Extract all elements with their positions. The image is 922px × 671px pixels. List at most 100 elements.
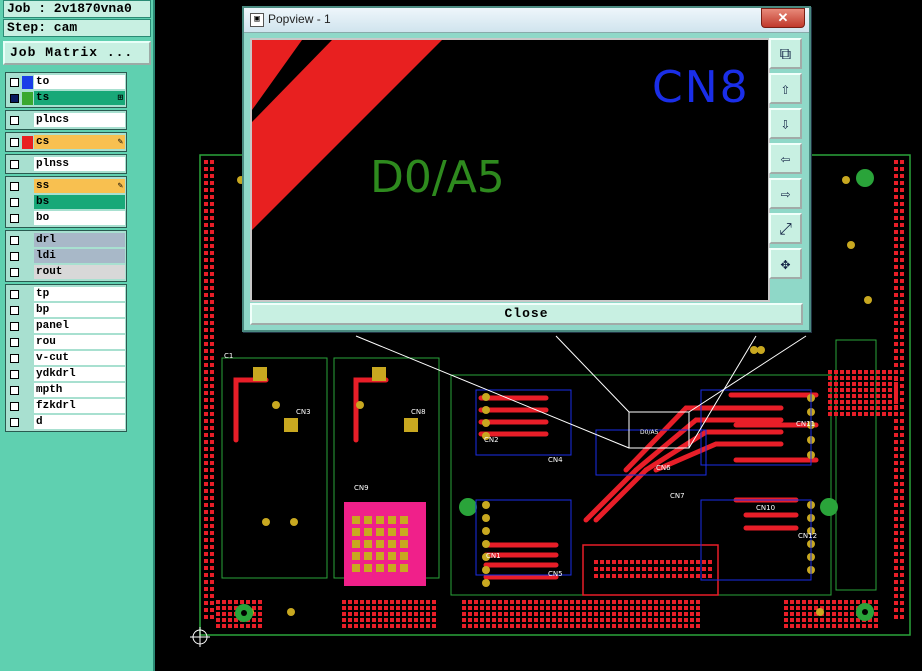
zoom-home-button[interactable]: ⧉ bbox=[769, 38, 802, 69]
layer-checkbox[interactable] bbox=[10, 369, 19, 379]
layer-row-d[interactable]: d bbox=[7, 414, 125, 430]
pad bbox=[654, 606, 658, 610]
pan-right-button[interactable]: ⇨ bbox=[769, 178, 802, 209]
layer-row-bo[interactable]: bo bbox=[7, 210, 125, 226]
pad bbox=[844, 618, 848, 622]
layer-row-fzkdrl[interactable]: fzkdrl bbox=[7, 398, 125, 414]
layer-checkbox[interactable] bbox=[10, 251, 19, 261]
layer-row-rou[interactable]: rou bbox=[7, 334, 125, 350]
pad bbox=[648, 574, 652, 578]
pad bbox=[402, 612, 406, 616]
layer-checkbox[interactable] bbox=[10, 77, 19, 87]
layer-name[interactable]: rout bbox=[34, 265, 125, 279]
layer-row-drl[interactable]: drl bbox=[7, 232, 125, 248]
pan-left-button[interactable]: ⇦ bbox=[769, 143, 802, 174]
pad bbox=[204, 461, 208, 465]
layer-checkbox[interactable] bbox=[10, 305, 19, 315]
pad bbox=[510, 612, 514, 616]
layer-checkbox[interactable] bbox=[10, 159, 19, 169]
layer-name[interactable]: ts ⊞ bbox=[34, 91, 125, 105]
layer-name[interactable]: fzkdrl bbox=[34, 399, 125, 413]
pan-up-button[interactable]: ⇧ bbox=[769, 73, 802, 104]
layer-checkbox[interactable] bbox=[10, 337, 19, 347]
layer-checkbox[interactable] bbox=[10, 321, 19, 331]
zoom-in-button[interactable]: ✥ bbox=[769, 248, 802, 279]
layer-checkbox[interactable] bbox=[10, 417, 19, 427]
layer-checkbox[interactable] bbox=[10, 353, 19, 363]
layer-checkbox[interactable] bbox=[10, 235, 19, 245]
zoom-out-button[interactable]: ⤢ bbox=[769, 213, 802, 244]
layer-row-plncs[interactable]: plncs bbox=[7, 112, 125, 128]
pad bbox=[210, 363, 214, 367]
layer-row-rout[interactable]: rout bbox=[7, 264, 125, 280]
layer-row-ldi[interactable]: ldi bbox=[7, 248, 125, 264]
pad bbox=[516, 600, 520, 604]
layer-checkbox[interactable] bbox=[10, 267, 19, 277]
pad bbox=[492, 618, 496, 622]
layer-color-swatch bbox=[22, 416, 33, 429]
layer-name[interactable]: panel bbox=[34, 319, 125, 333]
layer-name[interactable]: mpth bbox=[34, 383, 125, 397]
popview-canvas[interactable]: CN8 D0/A5 bbox=[250, 38, 770, 302]
pan-down-button[interactable]: ⇩ bbox=[769, 108, 802, 139]
layer-row-mpth[interactable]: mpth bbox=[7, 382, 125, 398]
layer-row-ydkdrl[interactable]: ydkdrl bbox=[7, 366, 125, 382]
layer-color-swatch bbox=[22, 320, 33, 333]
layer-row-ss[interactable]: ss ✎ bbox=[7, 178, 125, 194]
layer-name[interactable]: plncs bbox=[34, 113, 125, 127]
layer-checkbox[interactable] bbox=[10, 181, 19, 191]
close-button[interactable]: Close bbox=[250, 303, 803, 325]
layer-checkbox[interactable] bbox=[10, 137, 19, 147]
layer-name[interactable]: d bbox=[34, 415, 125, 429]
layer-checkbox[interactable] bbox=[10, 401, 19, 411]
layer-row-v-cut[interactable]: v-cut bbox=[7, 350, 125, 366]
pad bbox=[588, 606, 592, 610]
layer-name[interactable]: to bbox=[34, 75, 125, 89]
layer-name[interactable]: rou bbox=[34, 335, 125, 349]
layer-name[interactable]: ss ✎ bbox=[34, 179, 125, 193]
layer-name[interactable]: v-cut bbox=[34, 351, 125, 365]
pad bbox=[498, 612, 502, 616]
pad bbox=[210, 328, 214, 332]
layer-row-ts[interactable]: ts ⊞ bbox=[7, 90, 125, 106]
layer-name[interactable]: ydkdrl bbox=[34, 367, 125, 381]
pad bbox=[204, 328, 208, 332]
layer-name[interactable]: cs ✎ bbox=[34, 135, 125, 149]
layer-name[interactable]: ldi bbox=[34, 249, 125, 263]
pad bbox=[900, 349, 904, 353]
layer-row-cs[interactable]: cs ✎ bbox=[7, 134, 125, 150]
layer-row-bs[interactable]: bs bbox=[7, 194, 125, 210]
layer-row-plnss[interactable]: plnss bbox=[7, 156, 125, 172]
popview-titlebar[interactable]: ▣ Popview - 1 ✕ bbox=[244, 8, 809, 33]
pad bbox=[204, 489, 208, 493]
layer-checkbox[interactable] bbox=[10, 115, 19, 125]
layer-row-to[interactable]: to bbox=[7, 74, 125, 90]
via-pad bbox=[356, 401, 364, 409]
layer-name[interactable]: tp bbox=[34, 287, 125, 301]
layer-name[interactable]: plnss bbox=[34, 157, 125, 171]
layer-row-tp[interactable]: tp bbox=[7, 286, 125, 302]
layer-name[interactable]: bs bbox=[34, 195, 125, 209]
via-pad bbox=[262, 518, 270, 526]
pad bbox=[894, 496, 898, 500]
pad bbox=[888, 376, 892, 380]
layer-name[interactable]: bp bbox=[34, 303, 125, 317]
window-close-button[interactable]: ✕ bbox=[761, 8, 805, 28]
pad bbox=[630, 606, 634, 610]
pad bbox=[672, 574, 676, 578]
pad bbox=[796, 612, 800, 616]
layer-checkbox[interactable] bbox=[10, 213, 19, 223]
layer-checkbox[interactable] bbox=[10, 385, 19, 395]
layer-checkbox[interactable] bbox=[10, 93, 19, 103]
pad bbox=[522, 600, 526, 604]
pad bbox=[846, 382, 850, 386]
layer-row-panel[interactable]: panel bbox=[7, 318, 125, 334]
layer-name[interactable]: drl bbox=[34, 233, 125, 247]
layer-row-bp[interactable]: bp bbox=[7, 302, 125, 318]
pad bbox=[204, 566, 208, 570]
layer-checkbox[interactable] bbox=[10, 289, 19, 299]
via-pad bbox=[482, 527, 490, 535]
layer-checkbox[interactable] bbox=[10, 197, 19, 207]
layer-name[interactable]: bo bbox=[34, 211, 125, 225]
job-matrix-button[interactable]: Job Matrix ... bbox=[3, 41, 151, 65]
